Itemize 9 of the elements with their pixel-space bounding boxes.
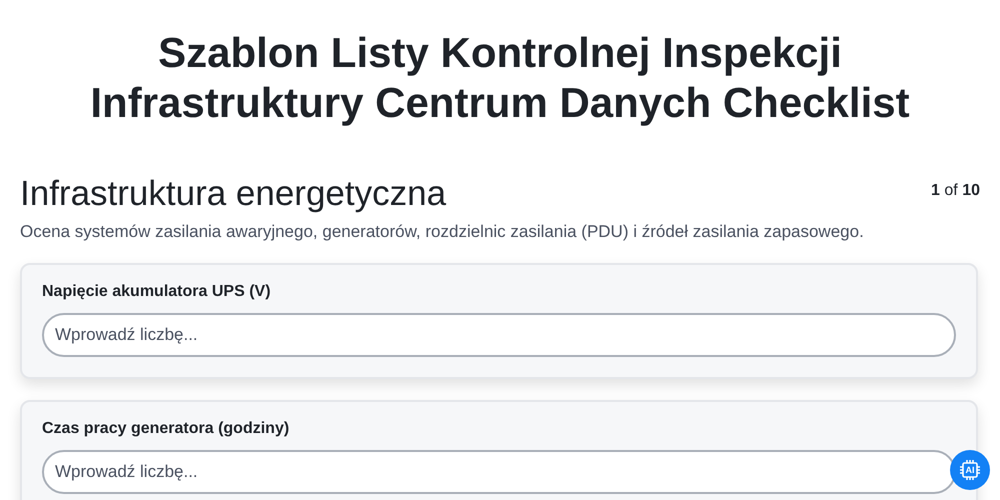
section-description: Ocena systemów zasilania awaryjnego, generatorów, rozdzielnic zasilania (PDU) i źródeł zasilania zapasowego.: [20, 222, 865, 242]
question-label: Napięcie akumulatora UPS (V): [42, 283, 272, 301]
chip-icon: [959, 459, 981, 481]
page-title: Szablon Listy Kontrolnej Inspekcji Infrastruktury Centrum Danych Checklist: [89, 28, 911, 128]
section-heading: Infrastruktura energetyczna: [20, 173, 446, 215]
question-label: Czas pracy generatora (godziny): [42, 420, 290, 438]
number-input[interactable]: Wprowadź liczbę...: [42, 450, 956, 494]
number-input[interactable]: Wprowadź liczbę...: [42, 313, 956, 357]
page-counter: 1 of 10: [931, 182, 980, 200]
